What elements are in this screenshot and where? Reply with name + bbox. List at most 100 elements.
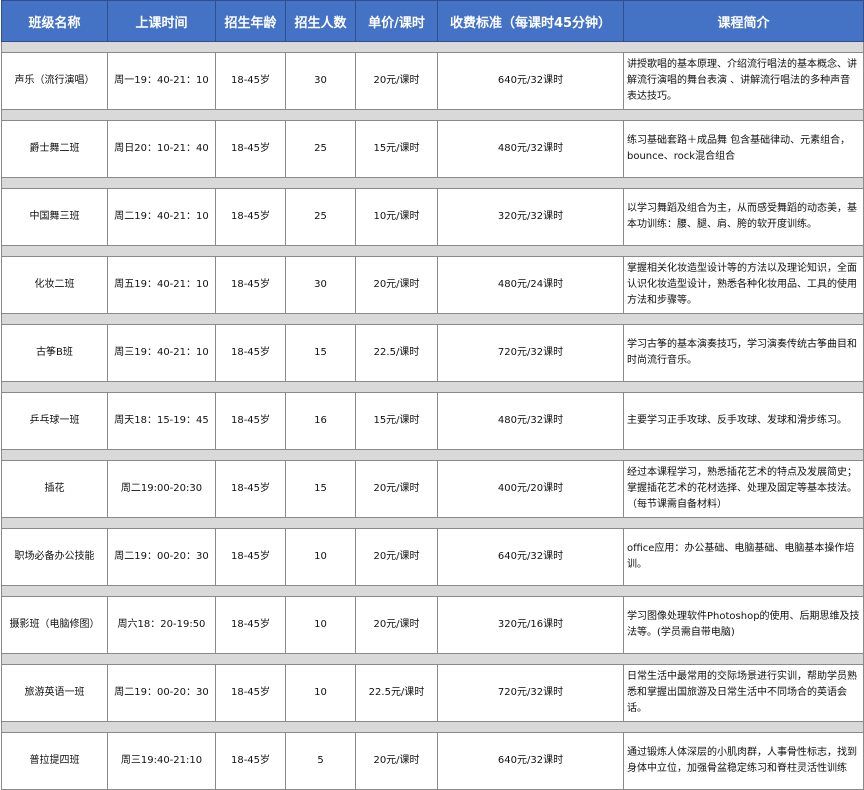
row-separator [1, 653, 864, 665]
class-time-cell: 周五19：40-21：10 [107, 256, 216, 314]
class-time-cell: 周三19:40-21:10 [107, 732, 216, 790]
row-separator-cell [1, 41, 864, 53]
row-separator-cell [1, 177, 864, 189]
header-unit-price: 单价/课时 [355, 0, 438, 42]
unit-price-cell: 20元/课时 [355, 256, 438, 314]
intro-cell: 练习基础套路＋成品舞 包含基础律动、元素组合，bounce、rock混合组合 [623, 120, 864, 178]
header-count: 招生人数 [285, 0, 356, 42]
row-separator [1, 245, 864, 257]
count-cell: 30 [285, 256, 356, 314]
row-separator-cell [1, 585, 864, 597]
count-cell: 10 [285, 596, 356, 654]
intro-cell: 学习古筝的基本演奏技巧，学习演奏传统古筝曲目和时尚流行音乐。 [623, 324, 864, 382]
count-cell: 10 [285, 664, 356, 722]
row-separator-cell [1, 721, 864, 733]
class-time-cell: 周日20：10-21：40 [107, 120, 216, 178]
intro-cell: 日常生活中最常用的交际场景进行实训，帮助学员熟悉和掌握出国旅游及日常生活中不同场… [623, 664, 864, 722]
header-class-name: 班级名称 [1, 0, 108, 42]
header-fee: 收费标准（每课时45分钟） [437, 0, 624, 42]
table-row: 旅游英语一班 周二19：00-20：30 18-45岁 10 22.5元/课时 720元/… [1, 664, 864, 722]
intro-cell: 主要学习正手攻球、反手攻球、发球和滑步练习。 [623, 392, 864, 450]
fee-cell: 320元/16课时 [437, 596, 624, 654]
unit-price-cell: 15元/课时 [355, 120, 438, 178]
row-separator [1, 41, 864, 53]
intro-cell: 经过本课程学习，熟悉插花艺术的特点及发展简史；掌握插花艺术的花材选择、处理及固定… [623, 460, 864, 518]
fee-cell: 480元/24课时 [437, 256, 624, 314]
intro-cell: 通过锻炼人体深层的小肌肉群，人事骨性标志，找到身体中立位，加强骨盆稳定练习和脊柱… [623, 732, 864, 790]
intro-cell: 以学习舞蹈及组合为主，从而感受舞蹈的动态美，基本功训练：腰、腿、肩、胯的软开度训… [623, 188, 864, 246]
age-cell: 18-45岁 [215, 732, 286, 790]
table-row: 乒乓球一班 周天18：15-19：45 18-45岁 16 15元/课时 480元/32课… [1, 392, 864, 450]
class-time-cell: 周六18：20-19:50 [107, 596, 216, 654]
intro-cell: 掌握相关化妆造型设计等的方法以及理论知识，全面认识化妆造型设计，熟悉各种化妆用品… [623, 256, 864, 314]
unit-price-cell: 22.5元/课时 [355, 664, 438, 722]
row-separator-cell [1, 449, 864, 461]
class-time-cell: 周二19:00-20:30 [107, 460, 216, 518]
class-name-cell: 古筝B班 [1, 324, 108, 382]
class-time-cell: 周二19：40-21：10 [107, 188, 216, 246]
class-time-cell: 周一19：40-21：10 [107, 52, 216, 110]
count-cell: 25 [285, 188, 356, 246]
row-separator [1, 109, 864, 121]
course-table: 班级名称 上课时间 招生年龄 招生人数 单价/课时 收费标准（每课时45分钟） … [1, 0, 864, 790]
intro-cell: 学习图像处理软件Photoshop的使用、后期思维及技法等。(学员需自带电脑) [623, 596, 864, 654]
table-row: 化妆二班 周五19：40-21：10 18-45岁 30 20元/课时 480元/24课时… [1, 256, 864, 314]
age-cell: 18-45岁 [215, 664, 286, 722]
class-name-cell: 乒乓球一班 [1, 392, 108, 450]
unit-price-cell: 20元/课时 [355, 52, 438, 110]
row-separator [1, 313, 864, 325]
class-name-cell: 插花 [1, 460, 108, 518]
age-cell: 18-45岁 [215, 324, 286, 382]
count-cell: 15 [285, 324, 356, 382]
class-name-cell: 爵士舞二班 [1, 120, 108, 178]
row-separator-cell [1, 245, 864, 257]
fee-cell: 320元/32课时 [437, 188, 624, 246]
age-cell: 18-45岁 [215, 460, 286, 518]
fee-cell: 640元/32课时 [437, 732, 624, 790]
class-name-cell: 普拉提四班 [1, 732, 108, 790]
class-name-cell: 职场必备办公技能 [1, 528, 108, 586]
class-time-cell: 周二19：00-20：30 [107, 528, 216, 586]
fee-cell: 640元/32课时 [437, 52, 624, 110]
age-cell: 18-45岁 [215, 256, 286, 314]
row-separator [1, 721, 864, 733]
unit-price-cell: 20元/课时 [355, 460, 438, 518]
header-intro: 课程简介 [623, 0, 864, 42]
class-name-cell: 旅游英语一班 [1, 664, 108, 722]
row-separator [1, 517, 864, 529]
row-separator [1, 381, 864, 393]
count-cell: 25 [285, 120, 356, 178]
count-cell: 15 [285, 460, 356, 518]
fee-cell: 640元/32课时 [437, 528, 624, 586]
header-row: 班级名称 上课时间 招生年龄 招生人数 单价/课时 收费标准（每课时45分钟） … [1, 0, 864, 42]
unit-price-cell: 15元/课时 [355, 392, 438, 450]
age-cell: 18-45岁 [215, 392, 286, 450]
fee-cell: 480元/32课时 [437, 120, 624, 178]
row-separator-cell [1, 313, 864, 325]
age-cell: 18-45岁 [215, 188, 286, 246]
row-separator-cell [1, 517, 864, 529]
age-cell: 18-45岁 [215, 596, 286, 654]
count-cell: 30 [285, 52, 356, 110]
table-row: 古筝B班 周三19：40-21：10 18-45岁 15 22.5/课时 720元/32课… [1, 324, 864, 382]
age-cell: 18-45岁 [215, 120, 286, 178]
unit-price-cell: 22.5/课时 [355, 324, 438, 382]
fee-cell: 400元/20课时 [437, 460, 624, 518]
header-class-time: 上课时间 [107, 0, 216, 42]
header-age: 招生年龄 [215, 0, 286, 42]
count-cell: 16 [285, 392, 356, 450]
class-name-cell: 声乐（流行演唱） [1, 52, 108, 110]
unit-price-cell: 10元/课时 [355, 188, 438, 246]
row-separator-cell [1, 109, 864, 121]
count-cell: 5 [285, 732, 356, 790]
unit-price-cell: 20元/课时 [355, 596, 438, 654]
class-time-cell: 周三19：40-21：10 [107, 324, 216, 382]
fee-cell: 720元/32课时 [437, 664, 624, 722]
class-name-cell: 化妆二班 [1, 256, 108, 314]
intro-cell: 讲授歌唱的基本原理、介绍流行唱法的基本概念、讲解流行演唱的舞台表演 、讲解流行唱… [623, 52, 864, 110]
row-separator-cell [1, 653, 864, 665]
table-row: 中国舞三班 周二19：40-21：10 18-45岁 25 10元/课时 320元/32课… [1, 188, 864, 246]
row-separator [1, 585, 864, 597]
age-cell: 18-45岁 [215, 528, 286, 586]
table-row: 普拉提四班 周三19:40-21:10 18-45岁 5 20元/课时 640元/32课时… [1, 732, 864, 790]
